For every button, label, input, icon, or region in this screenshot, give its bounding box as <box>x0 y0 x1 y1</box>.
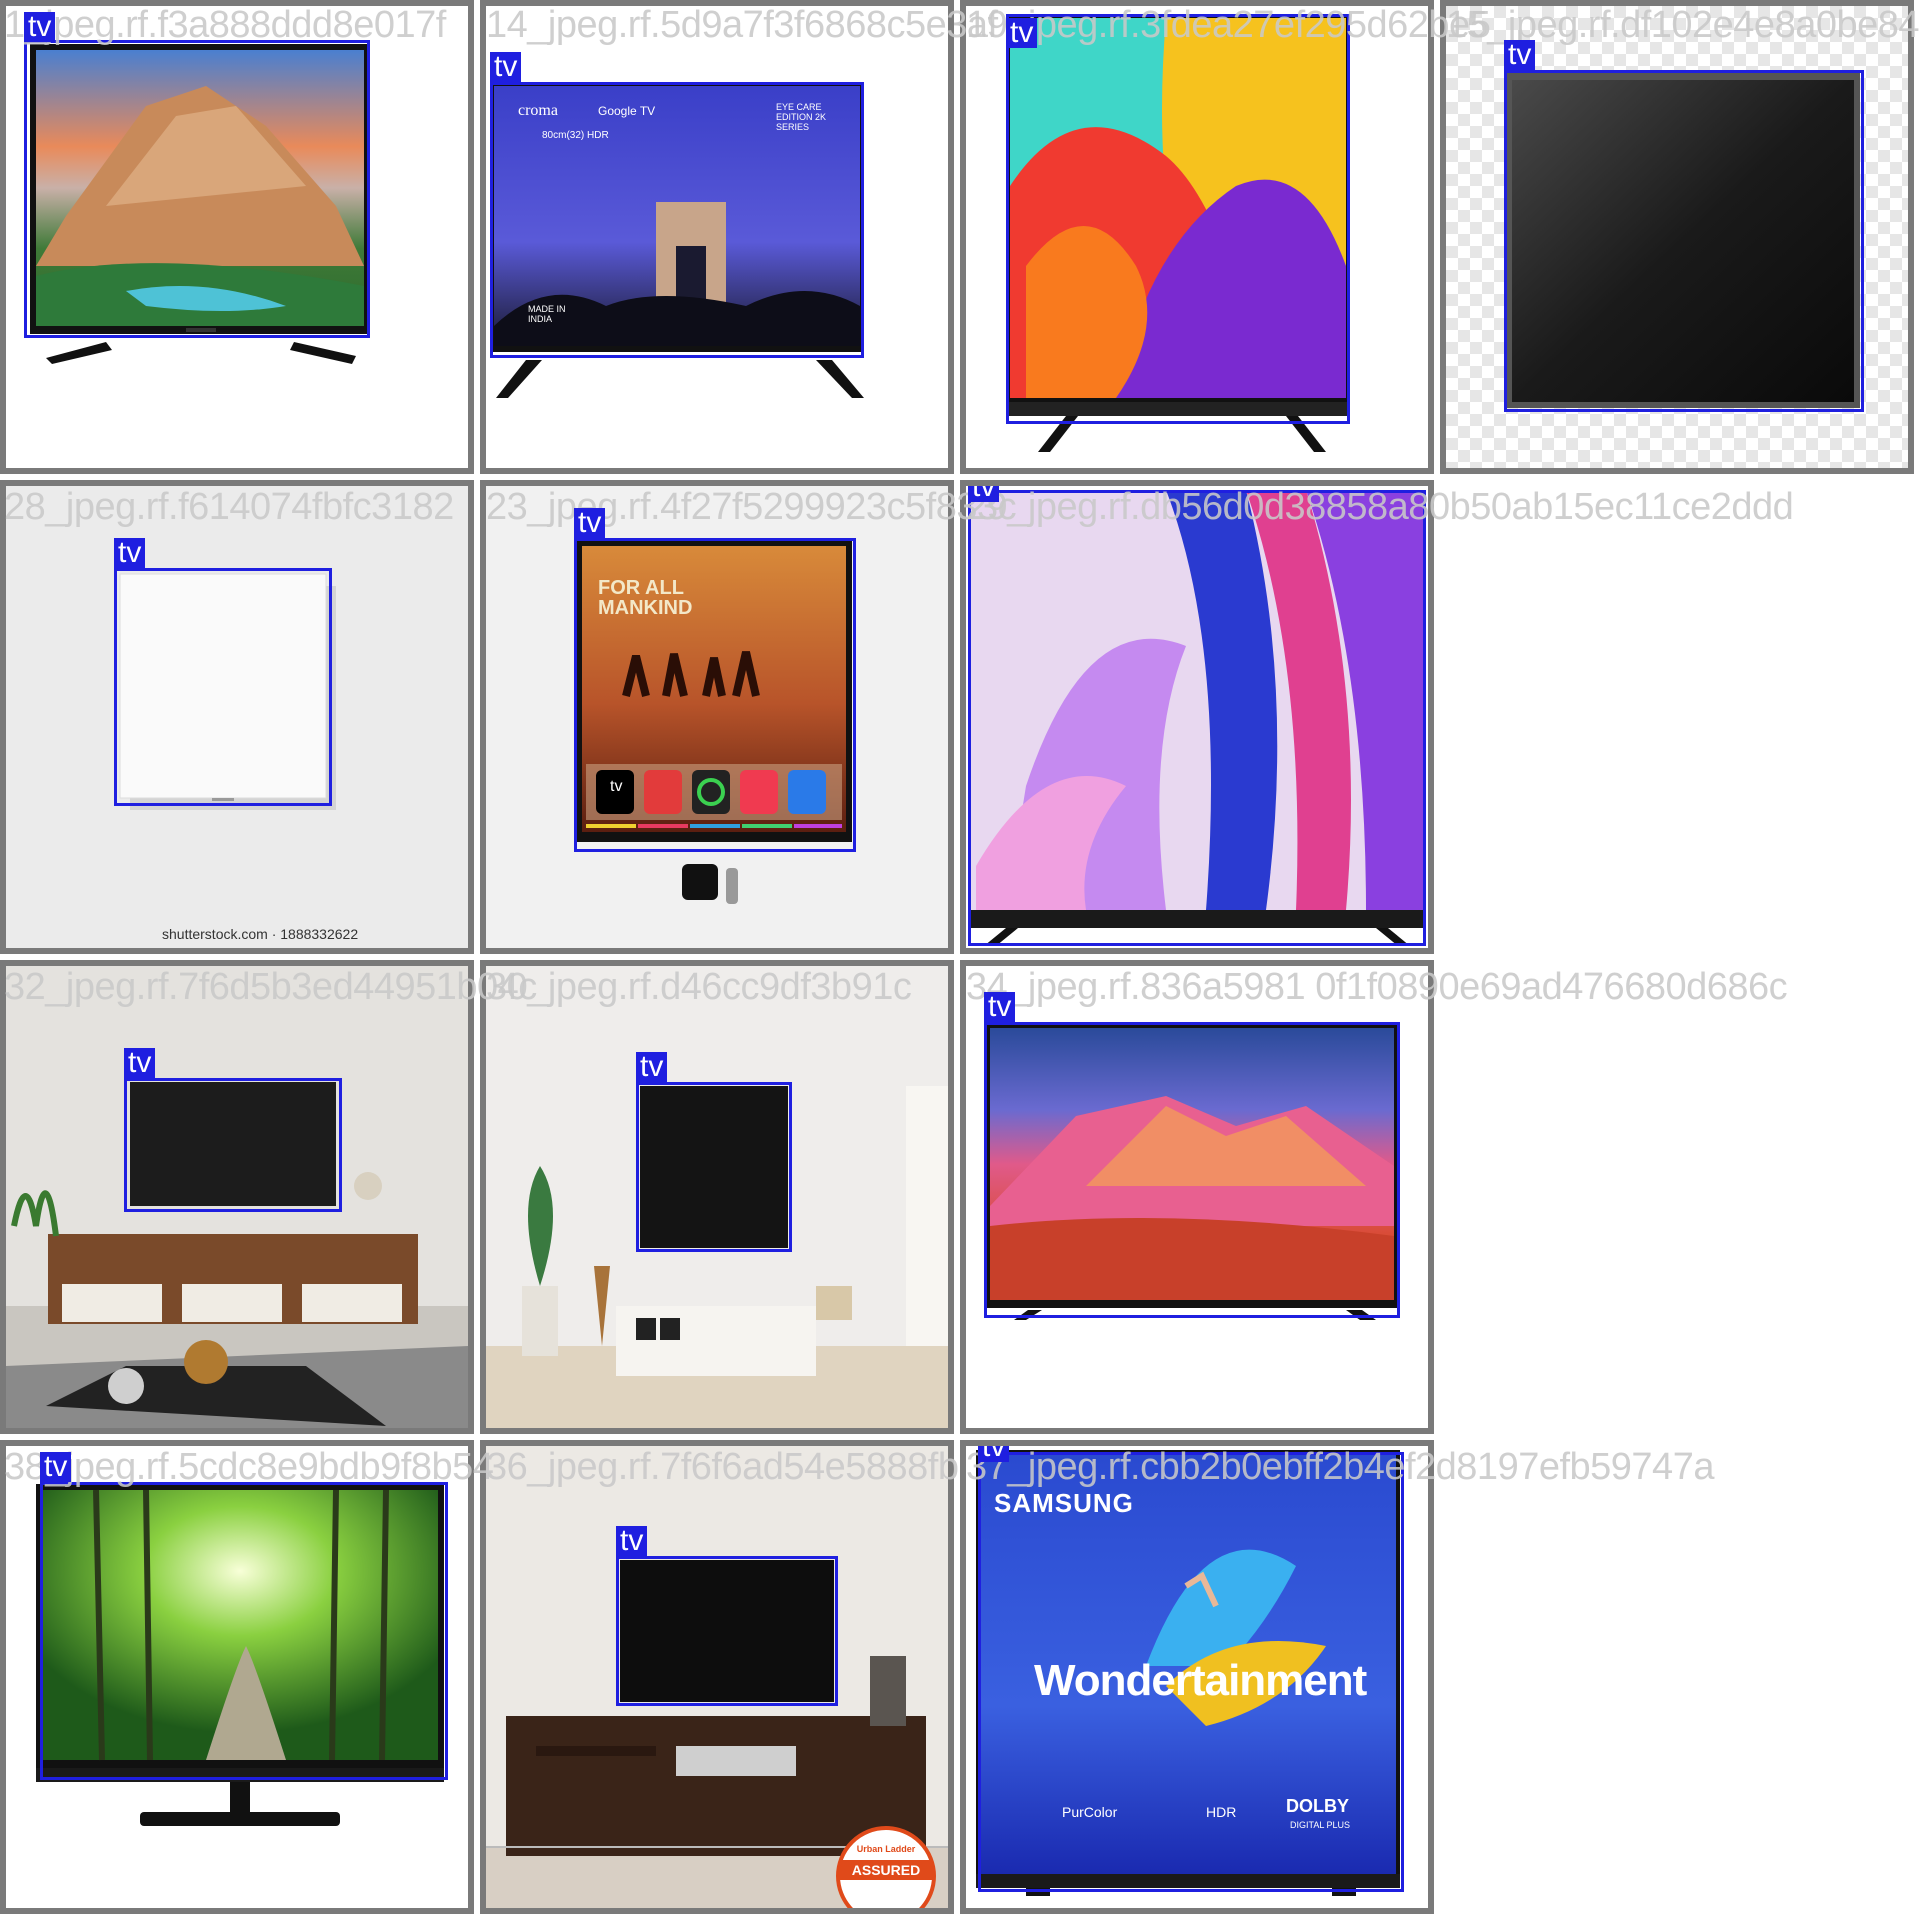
tv-class-tag: tv <box>978 1446 1010 1462</box>
grid-tile-11[interactable]: tv <box>0 1440 474 1914</box>
tv-detection-box <box>1006 14 1350 424</box>
assured-text: ASSURED <box>840 1860 932 1880</box>
urban-ladder-text: Urban Ladder <box>856 1844 916 1854</box>
tv-class-tag: tv <box>40 1452 72 1482</box>
tv-detection-box <box>968 490 1426 946</box>
tv-class-tag: tv <box>24 12 56 42</box>
grid-tile-8[interactable]: tv <box>0 960 474 1434</box>
tv-class-tag: tv <box>124 1048 156 1078</box>
grid-tile-2[interactable]: croma Google TV 80cm(32) HDR EYE CARE ED… <box>480 0 954 474</box>
grid-tile-12[interactable]: Urban Ladder ASSURED tv <box>480 1440 954 1914</box>
tv-detection-box <box>24 40 370 338</box>
tv-class-tag: tv <box>574 508 606 538</box>
tv-class-tag: tv <box>616 1526 648 1556</box>
grid-tile-10[interactable]: tv <box>960 960 1434 1434</box>
grid-tile-6[interactable]: FOR ALL MANKIND tv tv <box>480 480 954 954</box>
tv-detection-box <box>114 568 332 806</box>
tv-detection-box <box>616 1556 838 1706</box>
tv-class-tag: tv <box>1006 18 1038 48</box>
tv-detection-box <box>490 82 864 358</box>
tv-class-tag: tv <box>636 1052 668 1082</box>
tv-class-tag: tv <box>968 486 1000 502</box>
grid-tile-13[interactable]: SAMSUNG Wondertainment PurColor HDR DOLB… <box>960 1440 1434 1914</box>
tv-detection-box <box>40 1482 448 1780</box>
tv-detection-box <box>124 1078 342 1212</box>
shutterstock-watermark: shutterstock.com · 1888332622 <box>162 926 359 942</box>
tv-class-tag: tv <box>114 538 146 568</box>
tv-detection-box <box>978 1452 1404 1892</box>
grid-tile-3[interactable]: tv <box>960 0 1434 474</box>
tv-class-tag: tv <box>490 52 522 82</box>
tv-detection-box <box>984 1022 1400 1318</box>
tv-class-tag: tv <box>1504 40 1536 70</box>
grid-tile-5[interactable]: shutterstock.com · 1888332622 tv <box>0 480 474 954</box>
grid-tile-9[interactable]: tv <box>480 960 954 1434</box>
grid-tile-4[interactable]: tv <box>1440 0 1914 474</box>
grid-tile-1[interactable]: tv <box>0 0 474 474</box>
tv-detection-box <box>636 1082 792 1252</box>
tv-detection-box <box>1504 70 1864 412</box>
tv-class-tag: tv <box>984 992 1016 1022</box>
tv-detection-box <box>574 538 856 852</box>
grid-tile-7[interactable]: tv <box>960 480 1434 954</box>
